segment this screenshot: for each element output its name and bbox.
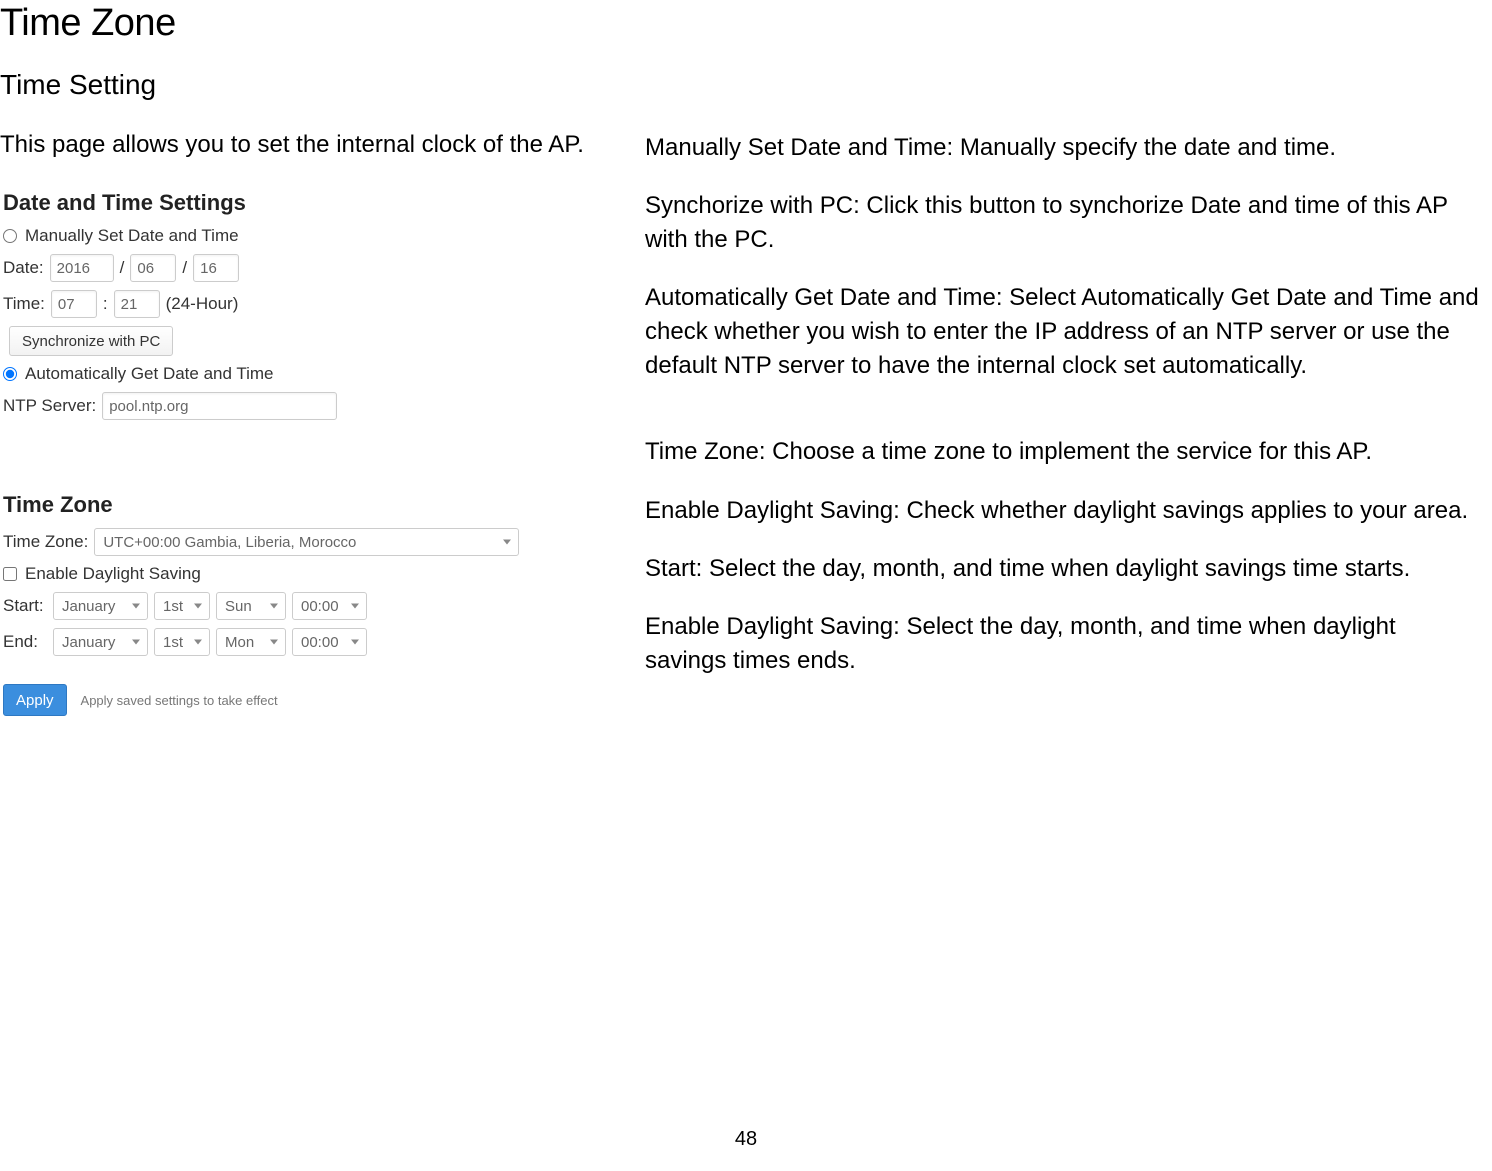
date-year-input[interactable]: [50, 254, 114, 282]
ntp-server-label: NTP Server:: [3, 396, 96, 416]
apply-button[interactable]: Apply: [3, 684, 67, 716]
dls-end-time-select[interactable]: 00:00: [292, 628, 367, 656]
settings-panel: Date and Time Settings Manually Set Date…: [0, 187, 590, 717]
date-time-settings-title: Date and Time Settings: [3, 190, 589, 216]
auto-get-label: Automatically Get Date and Time: [25, 364, 274, 384]
date-label: Date:: [3, 258, 44, 278]
time-min-input[interactable]: [114, 290, 160, 318]
apply-note: Apply saved settings to take effect: [81, 693, 278, 708]
manual-set-radio[interactable]: [3, 229, 17, 243]
time-label: Time:: [3, 294, 45, 314]
date-sep-2: /: [182, 258, 187, 278]
manual-set-label: Manually Set Date and Time: [25, 226, 239, 246]
dls-end-ord-select[interactable]: 1st: [154, 628, 210, 656]
time-format-note: (24-Hour): [166, 294, 239, 314]
desc-timezone: Time Zone: Choose a time zone to impleme…: [645, 435, 1482, 469]
dls-start-day-select[interactable]: Sun: [216, 592, 286, 620]
intro-paragraph: This page allows you to set the internal…: [0, 131, 605, 159]
ntp-server-input[interactable]: [102, 392, 337, 420]
desc-auto: Automatically Get Date and Time: Select …: [645, 281, 1482, 383]
page-number: 48: [735, 1128, 757, 1151]
auto-get-radio[interactable]: [3, 367, 17, 381]
daylight-saving-label: Enable Daylight Saving: [25, 564, 201, 584]
time-sep: :: [103, 294, 108, 314]
dls-end-label: End:: [3, 632, 47, 652]
section-subtitle: Time Setting: [0, 69, 1492, 101]
daylight-saving-checkbox[interactable]: [3, 567, 17, 581]
page-title: Time Zone: [0, 0, 1492, 45]
dls-start-time-select[interactable]: 00:00: [292, 592, 367, 620]
desc-sync-pc: Synchorize with PC: Click this button to…: [645, 189, 1482, 257]
time-zone-label: Time Zone:: [3, 532, 88, 552]
desc-dls-start: Start: Select the day, month, and time w…: [645, 552, 1482, 586]
dls-end-month-select[interactable]: January: [53, 628, 148, 656]
time-zone-title: Time Zone: [3, 492, 589, 518]
time-zone-select[interactable]: UTC+00:00 Gambia, Liberia, Morocco: [94, 528, 519, 556]
desc-dls-enable: Enable Daylight Saving: Check whether da…: [645, 494, 1482, 528]
date-month-input[interactable]: [130, 254, 176, 282]
date-day-input[interactable]: [193, 254, 239, 282]
dls-end-day-select[interactable]: Mon: [216, 628, 286, 656]
desc-dls-end: Enable Daylight Saving: Select the day, …: [645, 610, 1482, 678]
desc-manual: Manually Set Date and Time: Manually spe…: [645, 131, 1482, 165]
dls-start-month-select[interactable]: January: [53, 592, 148, 620]
dls-start-label: Start:: [3, 596, 47, 616]
date-sep-1: /: [120, 258, 125, 278]
synchronize-pc-button[interactable]: Synchronize with PC: [9, 326, 173, 356]
dls-start-ord-select[interactable]: 1st: [154, 592, 210, 620]
time-hour-input[interactable]: [51, 290, 97, 318]
